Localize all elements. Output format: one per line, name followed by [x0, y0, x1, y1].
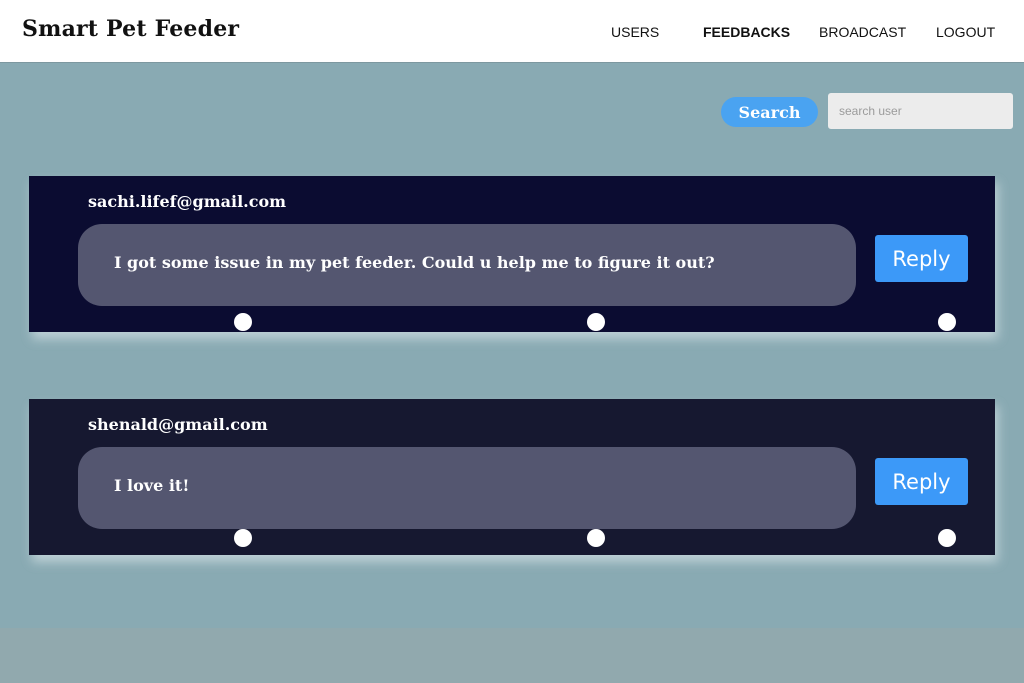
feedback-card: shenald@gmail.com I love it! Reply: [29, 399, 995, 555]
top-navbar: Smart Pet Feeder USERS FEEDBACKS BROADCA…: [0, 0, 1024, 63]
brand-title: Smart Pet Feeder: [22, 16, 240, 42]
indicator-dot: [587, 529, 605, 547]
feedback-message: I got some issue in my pet feeder. Could…: [114, 253, 715, 272]
search-button[interactable]: Search: [721, 97, 818, 127]
indicator-dot: [234, 313, 252, 331]
feedback-email: shenald@gmail.com: [88, 415, 268, 434]
nav-feedbacks[interactable]: FEEDBACKS: [703, 24, 790, 40]
reply-button[interactable]: Reply: [875, 235, 968, 282]
nav-broadcast[interactable]: BROADCAST: [819, 24, 906, 40]
reply-button[interactable]: Reply: [875, 458, 968, 505]
indicator-dot: [234, 529, 252, 547]
indicator-dot: [938, 313, 956, 331]
feedback-message-bubble: I love it!: [78, 447, 856, 529]
indicator-dot: [587, 313, 605, 331]
feedback-message-bubble: I got some issue in my pet feeder. Could…: [78, 224, 856, 306]
search-input[interactable]: [828, 93, 1013, 129]
indicator-dot: [938, 529, 956, 547]
nav-logout[interactable]: LOGOUT: [936, 24, 995, 40]
feedback-email: sachi.lifef@gmail.com: [88, 192, 287, 211]
footer-band: [0, 628, 1024, 683]
feedback-message: I love it!: [114, 476, 190, 495]
feedback-card: sachi.lifef@gmail.com I got some issue i…: [29, 176, 995, 332]
nav-users[interactable]: USERS: [611, 24, 659, 40]
